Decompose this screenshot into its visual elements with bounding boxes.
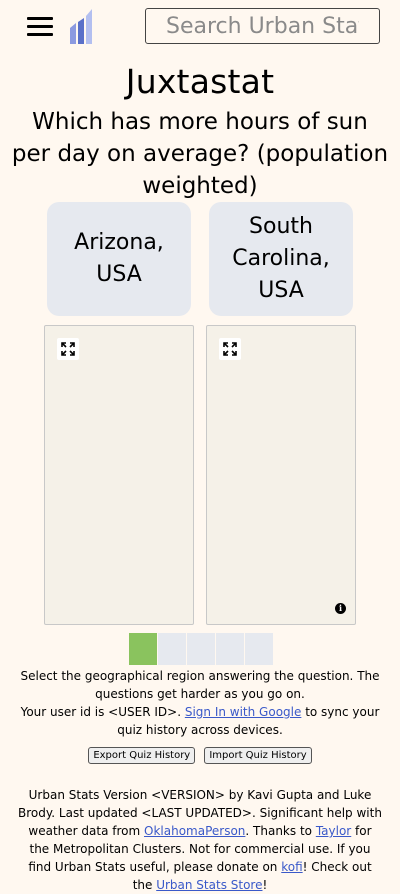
option-label: South Carolina, USA [232,214,330,303]
expand-icon[interactable] [57,338,79,360]
menu-icon[interactable] [27,17,53,37]
user-id-line: Your user id is <USER ID>. Sign In with … [20,705,380,737]
progress-cell-pending [216,633,244,665]
page-title: Juxtastat [125,62,275,101]
urban-stats-store-link[interactable]: Urban Stats Store [156,878,262,892]
option-label: Arizona, USA [74,230,164,287]
export-quiz-history-button[interactable]: Export Quiz History [88,747,196,764]
expand-icon[interactable] [219,338,241,360]
info-icon[interactable]: i [335,603,346,614]
kofi-link[interactable]: kofi [281,860,302,874]
quiz-progress-bar [129,633,274,665]
import-quiz-history-button[interactable]: Import Quiz History [204,747,312,764]
help-text: Select the geographical region answering… [14,667,386,739]
map-arizona[interactable] [44,325,194,625]
sign-in-link[interactable]: Sign In with Google [185,705,302,719]
map-south-carolina[interactable]: i [206,325,356,625]
quiz-history-buttons: Export Quiz History Import Quiz History [0,743,400,764]
taylor-link[interactable]: Taylor [316,824,351,838]
option-arizona-button[interactable]: Arizona, USA [47,202,191,316]
oklahomaperson-link[interactable]: OklahomaPerson [144,824,245,838]
question-text: Which has more hours of sun per day on a… [11,109,389,199]
footer-text: Urban Stats Version <VERSION> by Kavi Gu… [18,788,382,892]
progress-cell-correct [129,633,157,665]
urban-stats-logo[interactable] [69,8,95,44]
option-south-carolina-button[interactable]: South Carolina, USA [209,202,353,316]
search-input[interactable] [145,8,380,44]
progress-cell-pending [245,633,273,665]
progress-cell-pending [187,633,215,665]
progress-cell-pending [158,633,186,665]
instructions-text: Select the geographical region answering… [20,669,380,701]
